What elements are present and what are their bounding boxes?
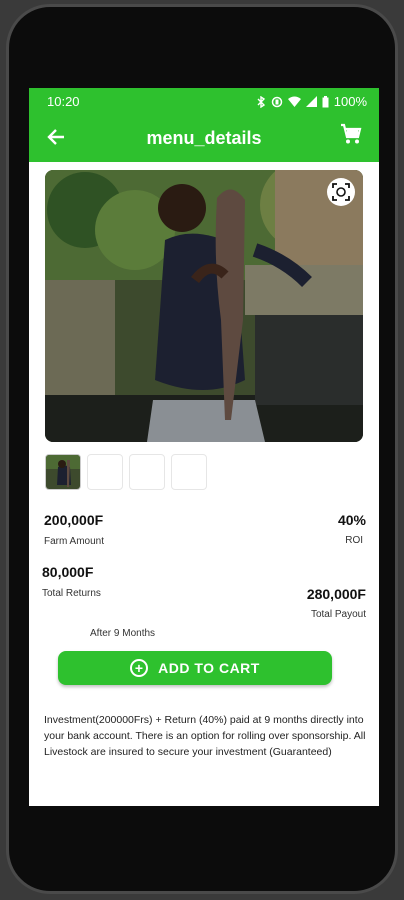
after-months-note: After 9 Months <box>90 628 156 639</box>
thumbnail-3[interactable] <box>129 454 165 490</box>
farm-amount-value: 200,000F <box>44 512 104 528</box>
total-returns-label: Total Returns <box>42 588 101 599</box>
status-icons: 100% <box>256 94 367 109</box>
total-returns-value: 80,000F <box>42 564 94 580</box>
farm-amount-label: Farm Amount <box>44 536 105 547</box>
roi-value: 40% <box>337 512 366 528</box>
status-time: 10:20 <box>47 94 80 109</box>
wifi-icon <box>287 96 301 107</box>
page-title: menu_details <box>146 128 262 148</box>
add-circle-icon: + <box>130 659 149 677</box>
app-screen: 10:20 100% menu_details 200,000F Farm Am… <box>29 88 379 806</box>
fullscreen-icon <box>332 183 350 201</box>
shopping-cart-icon[interactable] <box>339 122 363 146</box>
app-bar: menu_details <box>29 114 379 162</box>
thumbnail-2[interactable] <box>87 454 123 490</box>
thumbnail-strip <box>45 454 207 490</box>
product-photo <box>45 170 363 442</box>
roi-label: ROI <box>345 535 363 546</box>
product-description: Investment(200000Frs) + Return (40%) pai… <box>44 714 366 758</box>
vibrate-icon <box>271 96 282 107</box>
total-payout-label: Total Payout <box>310 609 366 620</box>
battery-icon <box>322 95 329 107</box>
signal-icon <box>305 96 317 107</box>
total-payout-value: 280,000F <box>306 586 366 602</box>
thumbnail-photo <box>46 455 80 489</box>
status-bar: 10:20 100% <box>29 88 379 114</box>
fullscreen-button[interactable] <box>327 178 355 206</box>
add-to-cart-button[interactable]: + ADD TO CART <box>58 651 332 685</box>
thumbnail-4[interactable] <box>171 454 207 490</box>
bluetooth-icon <box>257 95 265 108</box>
battery-percent: 100% <box>333 94 367 109</box>
product-image[interactable] <box>45 170 363 442</box>
thumbnail-1[interactable] <box>45 454 81 490</box>
add-to-cart-label: ADD TO CART <box>158 660 260 676</box>
